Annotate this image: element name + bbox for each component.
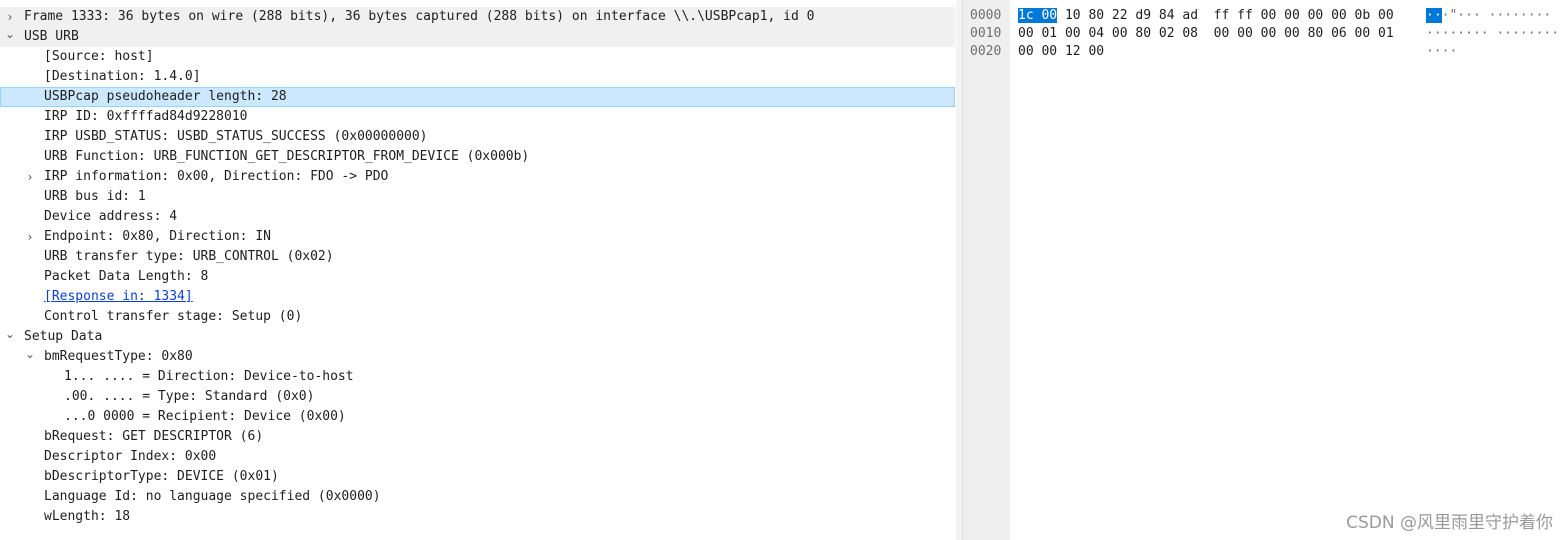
watermark: CSDN @风里雨里守护着你 [1346, 513, 1553, 533]
tree-row[interactable]: URB transfer type: URB_CONTROL (0x02) [0, 247, 955, 267]
tree-row[interactable]: 1... .... = Direction: Device-to-host [0, 367, 955, 387]
tree-row[interactable]: [Destination: 1.4.0] [0, 67, 955, 87]
tree-row[interactable]: [Response in: 1334] [0, 287, 955, 307]
tree-row-label: wLength: 18 [44, 509, 131, 524]
tree-row-label: bRequest: GET DESCRIPTOR (6) [44, 429, 264, 444]
hex-ascii-text: ·"··· ········ [1441, 8, 1552, 23]
tree-row-label: bDescriptorType: DEVICE (0x01) [44, 469, 279, 484]
tree-row-label: IRP USBD_STATUS: USBD_STATUS_SUCCESS (0x… [44, 129, 428, 144]
tree-row[interactable]: › IRP information: 0x00, Direction: FDO -… [0, 167, 955, 187]
chevron-down-icon[interactable]: ⌄ [4, 27, 16, 47]
tree-row[interactable]: URB Function: URB_FUNCTION_GET_DESCRIPTO… [0, 147, 955, 167]
tree-row[interactable]: Device address: 4 [0, 207, 955, 227]
tree-row-label: Descriptor Index: 0x00 [44, 449, 217, 464]
offset-column [963, 0, 1010, 540]
tree-row[interactable]: Descriptor Index: 0x00 [0, 447, 955, 467]
tree-row[interactable]: Packet Data Length: 8 [0, 267, 955, 287]
tree-row-label: bmRequestType: 0x80 [44, 349, 193, 364]
tree-row-label: URB transfer type: URB_CONTROL (0x02) [44, 249, 334, 264]
tree-row[interactable]: Language Id: no language specified (0x00… [0, 487, 955, 507]
hex-ascii-text: ···· [1426, 44, 1458, 59]
packet-details-tree: › Frame 1333: 36 bytes on wire (288 bits)… [0, 0, 957, 540]
chevron-right-icon[interactable]: › [24, 167, 36, 187]
tree-row[interactable]: ⌄ bmRequestType: 0x80 [0, 347, 955, 367]
hex-ascii[interactable]: ···"··· ········ [1426, 7, 1551, 25]
tree-row[interactable]: › Frame 1333: 36 bytes on wire (288 bits)… [0, 7, 955, 27]
tree-row[interactable]: IRP USBD_STATUS: USBD_STATUS_SUCCESS (0x… [0, 127, 955, 147]
tree-row-label: 1... .... = Direction: Device-to-host [64, 369, 354, 384]
tree-row[interactable]: .00. .... = Type: Standard (0x0) [0, 387, 955, 407]
hex-bytes[interactable]: 00 01 00 04 00 80 02 08 00 00 00 00 80 0… [1018, 25, 1394, 43]
tree-row-label: Packet Data Length: 8 [44, 269, 209, 284]
hex-offset: 0010 [970, 26, 1002, 41]
response-link[interactable]: [Response in: 1334] [44, 287, 193, 307]
tree-row[interactable]: › Endpoint: 0x80, Direction: IN [0, 227, 955, 247]
tree-row[interactable]: USBPcap pseudoheader length: 28 [0, 87, 955, 107]
tree-row-label: IRP ID: 0xffffad84d9228010 [44, 109, 248, 124]
hex-bytes[interactable]: 1c 00 10 80 22 d9 84 ad ff ff 00 00 00 0… [1018, 7, 1394, 25]
tree-row-label: ...0 0000 = Recipient: Device (0x00) [64, 409, 346, 424]
tree-row-label: [Source: host] [44, 49, 154, 64]
tree-row[interactable]: ⌄ Setup Data [0, 327, 955, 347]
tree-row[interactable]: URB bus id: 1 [0, 187, 955, 207]
tree-row-label: USBPcap pseudoheader length: 28 [44, 89, 287, 104]
hex-ascii[interactable]: ···· [1426, 43, 1457, 61]
tree-row-label: Frame 1333: 36 bytes on wire (288 bits),… [24, 9, 815, 24]
hex-offset: 0020 [970, 44, 1002, 59]
packet-bytes-pane: 0000 1c 00 10 80 22 d9 84 ad ff ff 00 00 … [963, 0, 1568, 540]
tree-row-label: Language Id: no language specified (0x00… [44, 489, 381, 504]
hex-row: 0020 00 00 12 00 ···· [963, 43, 1568, 61]
tree-row-label: .00. .... = Type: Standard (0x0) [64, 389, 315, 404]
hex-row: 0000 1c 00 10 80 22 d9 84 ad ff ff 00 00 … [963, 7, 1568, 25]
tree-row-label: Device address: 4 [44, 209, 178, 224]
tree-row[interactable]: Control transfer stage: Setup (0) [0, 307, 955, 327]
hex-offset: 0000 [970, 8, 1002, 23]
tree-row[interactable]: ...0 0000 = Recipient: Device (0x00) [0, 407, 955, 427]
tree-row[interactable]: bDescriptorType: DEVICE (0x01) [0, 467, 955, 487]
hex-bytes-text: 00 00 12 00 [1018, 44, 1105, 59]
hex-ascii[interactable]: ········ ········ [1426, 25, 1559, 43]
tree-row-label: URB bus id: 1 [44, 189, 146, 204]
tree-row-label: Endpoint: 0x80, Direction: IN [44, 229, 271, 244]
tree-row-label: Control transfer stage: Setup (0) [44, 309, 303, 324]
hex-row: 0010 00 01 00 04 00 80 02 08 00 00 00 00 … [963, 25, 1568, 43]
tree-row[interactable]: IRP ID: 0xffffad84d9228010 [0, 107, 955, 127]
pane-splitter[interactable] [956, 0, 963, 540]
tree-row[interactable]: [Source: host] [0, 47, 955, 67]
tree-row[interactable]: wLength: 18 [0, 507, 955, 527]
tree-row[interactable]: bRequest: GET DESCRIPTOR (6) [0, 427, 955, 447]
chevron-down-icon[interactable]: ⌄ [24, 347, 36, 367]
tree-row-label: [Destination: 1.4.0] [44, 69, 201, 84]
chevron-right-icon[interactable]: › [24, 227, 36, 247]
hex-bytes-text: 10 80 22 d9 84 ad ff ff 00 00 00 00 0b 0… [1057, 8, 1394, 23]
tree-row-label: Setup Data [24, 329, 103, 344]
hex-bytes[interactable]: 00 00 12 00 [1018, 43, 1104, 61]
hex-bytes-text: 00 01 00 04 00 80 02 08 00 00 00 00 80 0… [1018, 26, 1394, 41]
selected-ascii[interactable]: ·· [1426, 8, 1442, 23]
hex-ascii-text: ········ ········ [1426, 26, 1560, 41]
tree-row-label: IRP information: 0x00, Direction: FDO ->… [44, 169, 389, 184]
tree-row-label: USB URB [24, 29, 79, 44]
tree-row[interactable]: ⌄ USB URB [0, 27, 955, 47]
chevron-down-icon[interactable]: ⌄ [4, 327, 16, 347]
selected-bytes[interactable]: 1c 00 [1018, 8, 1058, 23]
chevron-right-icon[interactable]: › [4, 7, 16, 27]
tree-row-label: URB Function: URB_FUNCTION_GET_DESCRIPTO… [44, 149, 530, 164]
